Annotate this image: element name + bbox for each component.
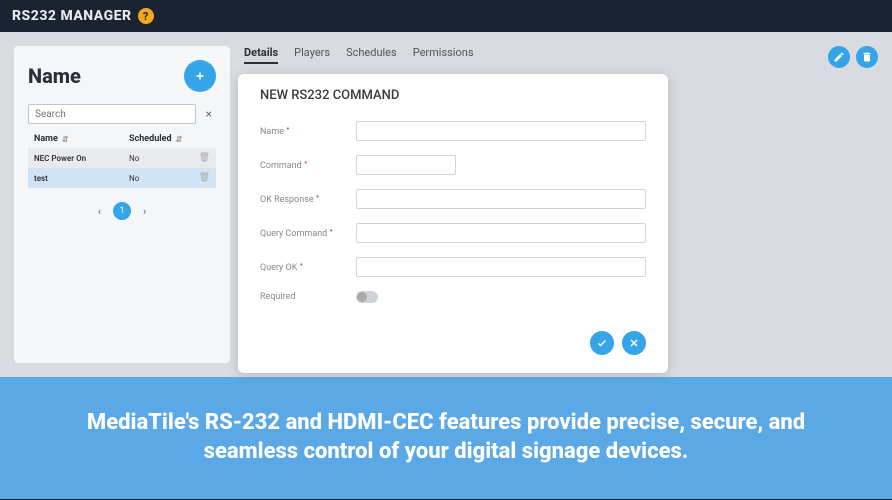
modal-title: NEW RS232 COMMAND bbox=[260, 88, 646, 103]
cancel-button[interactable] bbox=[622, 331, 646, 355]
label-name: Name • bbox=[260, 126, 356, 137]
next-page-icon[interactable]: › bbox=[139, 205, 150, 218]
tabs: Details Players Schedules Permissions bbox=[244, 46, 878, 64]
list-panel: Name × Name ⇵ Scheduled ⇵ NEC Power On N… bbox=[14, 46, 230, 363]
row-scheduled: No bbox=[129, 174, 199, 183]
table-headers: Name ⇵ Scheduled ⇵ bbox=[28, 130, 216, 148]
page-number[interactable]: 1 bbox=[113, 202, 131, 220]
row-name: test bbox=[34, 174, 129, 183]
app-title: RS232 MANAGER bbox=[12, 8, 132, 24]
check-icon bbox=[596, 337, 608, 349]
form-row-query-command: Query Command • bbox=[260, 223, 646, 243]
label-command: Command • bbox=[260, 160, 356, 171]
panel-title: Name bbox=[28, 64, 81, 88]
trash-icon bbox=[861, 51, 873, 63]
label-required: Required bbox=[260, 292, 356, 302]
delete-row-icon[interactable]: 🗑 bbox=[199, 173, 210, 183]
column-name-label: Name bbox=[34, 134, 58, 144]
column-scheduled-label: Scheduled bbox=[129, 134, 172, 144]
delete-row-icon[interactable]: 🗑 bbox=[199, 153, 210, 163]
toggle-required[interactable] bbox=[356, 291, 378, 303]
label-ok-response: OK Response • bbox=[260, 194, 356, 205]
form-row-command: Command • bbox=[260, 155, 646, 175]
label-query-command: Query Command • bbox=[260, 228, 356, 239]
search-input[interactable] bbox=[28, 104, 196, 124]
form-row-name: Name • bbox=[260, 121, 646, 141]
input-query-command[interactable] bbox=[356, 223, 646, 243]
form-row-ok-response: OK Response • bbox=[260, 189, 646, 209]
workspace: Name × Name ⇵ Scheduled ⇵ NEC Power On N… bbox=[0, 32, 892, 377]
pagination: ‹ 1 › bbox=[28, 202, 216, 220]
tab-details[interactable]: Details bbox=[244, 46, 278, 64]
table-row[interactable]: NEC Power On No 🗑 bbox=[28, 148, 216, 168]
form-row-query-ok: Query OK • bbox=[260, 257, 646, 277]
input-query-ok[interactable] bbox=[356, 257, 646, 277]
tab-permissions[interactable]: Permissions bbox=[413, 46, 474, 64]
prev-page-icon[interactable]: ‹ bbox=[94, 205, 105, 218]
row-name: NEC Power On bbox=[34, 154, 129, 163]
input-command[interactable] bbox=[356, 155, 456, 175]
label-query-ok: Query OK • bbox=[260, 262, 356, 273]
row-scheduled: No bbox=[129, 154, 199, 163]
promo-banner: MediaTile's RS-232 and HDMI-CEC features… bbox=[0, 377, 892, 499]
search-row: × bbox=[28, 104, 216, 124]
new-command-modal: NEW RS232 COMMAND Name • Command • OK Re… bbox=[238, 74, 668, 373]
panel-actions bbox=[828, 46, 878, 68]
form-row-required: Required bbox=[260, 291, 646, 303]
input-name[interactable] bbox=[356, 121, 646, 141]
top-bar: RS232 MANAGER ? bbox=[0, 0, 892, 32]
tab-players[interactable]: Players bbox=[294, 46, 330, 64]
sort-icon: ⇵ bbox=[62, 135, 69, 144]
help-icon[interactable]: ? bbox=[138, 8, 154, 24]
tab-schedules[interactable]: Schedules bbox=[346, 46, 397, 64]
input-ok-response[interactable] bbox=[356, 189, 646, 209]
plus-icon bbox=[194, 70, 206, 82]
table-row[interactable]: test No 🗑 bbox=[28, 168, 216, 188]
delete-button[interactable] bbox=[856, 46, 878, 68]
confirm-button[interactable] bbox=[590, 331, 614, 355]
panel-header: Name bbox=[28, 60, 216, 92]
edit-button[interactable] bbox=[828, 46, 850, 68]
add-button[interactable] bbox=[184, 60, 216, 92]
modal-actions bbox=[260, 331, 646, 355]
clear-search-icon[interactable]: × bbox=[202, 107, 216, 121]
column-name[interactable]: Name ⇵ bbox=[34, 134, 129, 144]
banner-text: MediaTile's RS-232 and HDMI-CEC features… bbox=[60, 409, 832, 466]
pencil-icon bbox=[833, 51, 845, 63]
close-icon bbox=[628, 337, 640, 349]
column-scheduled[interactable]: Scheduled ⇵ bbox=[129, 134, 182, 144]
sort-icon: ⇵ bbox=[176, 135, 183, 144]
